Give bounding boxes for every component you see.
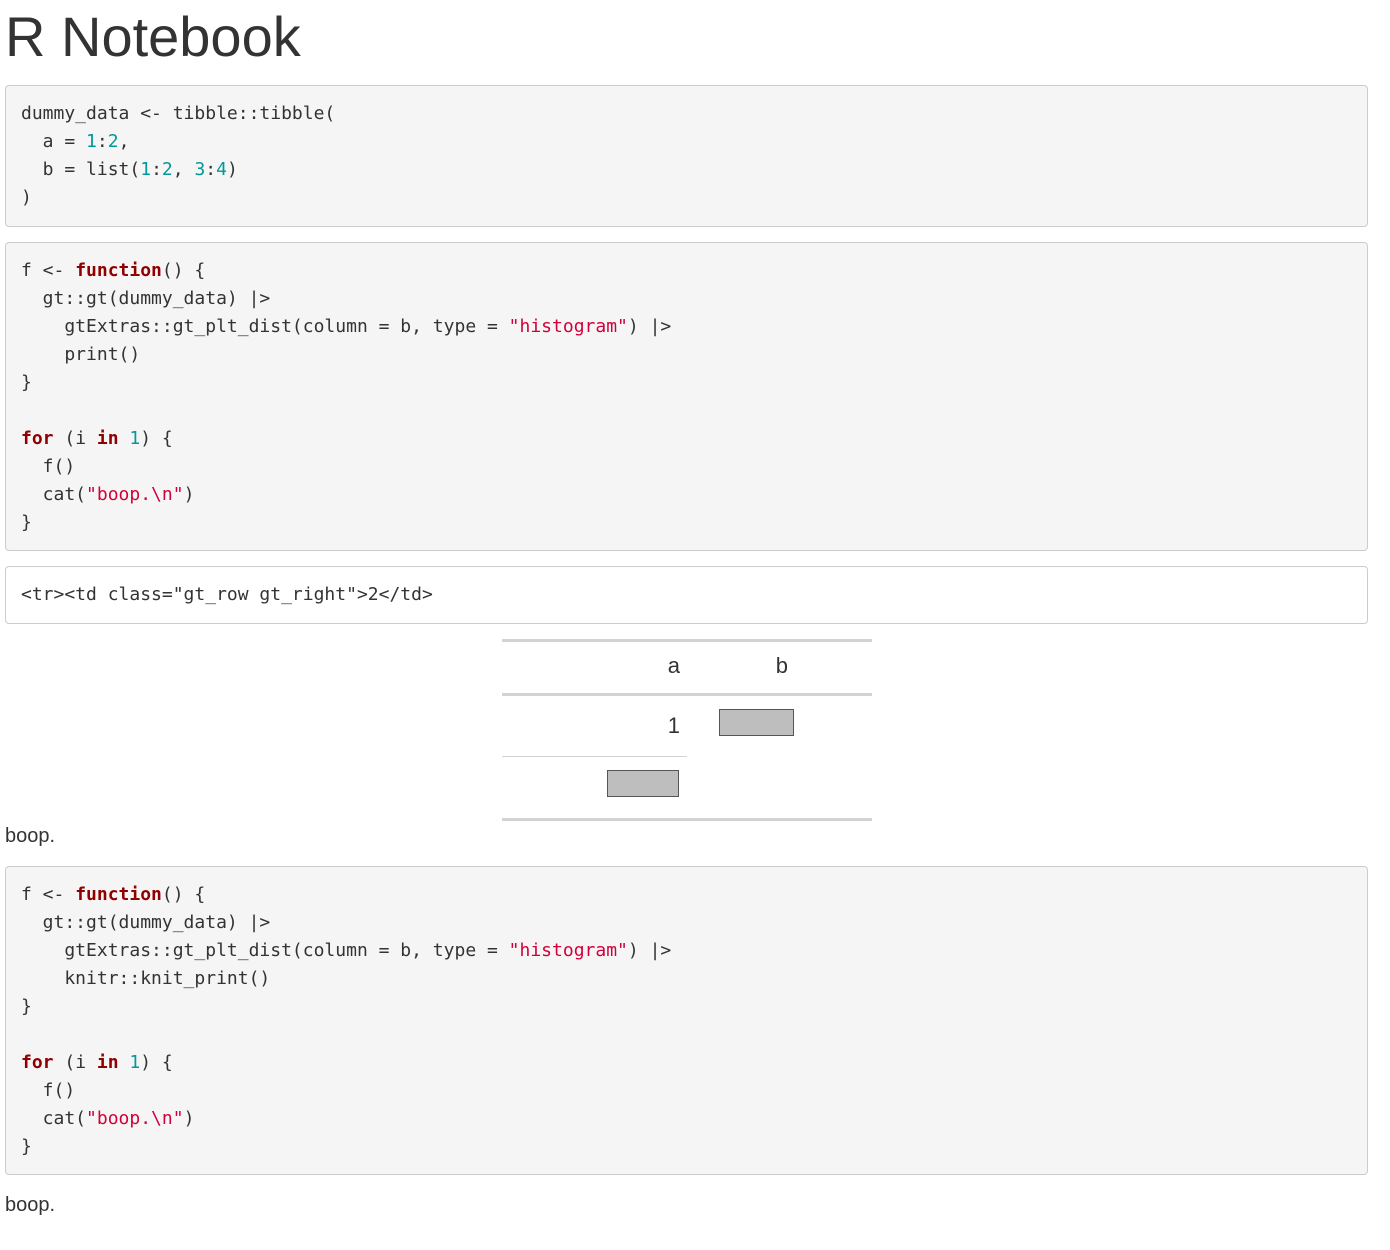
row-divider bbox=[502, 756, 687, 757]
code-token: ) |> bbox=[627, 316, 672, 337]
code-token: cat( bbox=[21, 1108, 87, 1129]
code-token: print() bbox=[21, 344, 141, 365]
code-token: (i bbox=[53, 428, 97, 449]
code-token: dummy_data <- tibble::tibble( bbox=[21, 103, 336, 124]
code-token: () { bbox=[161, 884, 206, 905]
code-token: ) bbox=[21, 187, 32, 208]
code-token: ) |> bbox=[627, 940, 672, 961]
code-text: f <- function() { gt::gt(dummy_data) |> … bbox=[6, 867, 1367, 1161]
code-token: gtExtras::gt_plt_dist(column = b, type = bbox=[21, 316, 509, 337]
column-header-a: a bbox=[667, 653, 680, 678]
table-bottom-border bbox=[502, 818, 872, 821]
code-token: <tr><td class="gt_row gt_right">2</td> bbox=[21, 584, 433, 605]
code-text: dummy_data <- tibble::tibble( a = 1:2, b… bbox=[6, 86, 1367, 212]
code-keyword: in bbox=[96, 1052, 119, 1073]
code-chunk-1: dummy_data <- tibble::tibble( a = 1:2, b… bbox=[5, 85, 1368, 227]
code-token: ) bbox=[183, 1108, 195, 1129]
code-chunk-3: f <- function() { gt::gt(dummy_data) |> … bbox=[5, 866, 1368, 1175]
code-token: } bbox=[21, 372, 32, 393]
output-text: <tr><td class="gt_row gt_right">2</td> bbox=[6, 567, 1367, 609]
code-token: , bbox=[118, 131, 130, 152]
code-token: () { bbox=[161, 260, 206, 281]
code-token: a = bbox=[21, 131, 87, 152]
code-token: , bbox=[172, 159, 195, 180]
code-token: cat( bbox=[21, 484, 87, 505]
code-token: ) { bbox=[140, 428, 173, 449]
code-number: 1 bbox=[129, 428, 141, 449]
code-number: 1 bbox=[140, 159, 152, 180]
code-number: 1 bbox=[129, 1052, 141, 1073]
gt-table: a b 1 bbox=[502, 639, 872, 821]
code-token: (i bbox=[53, 1052, 97, 1073]
code-token: f <- bbox=[21, 260, 76, 281]
code-number: 4 bbox=[216, 159, 227, 180]
table-top-border bbox=[502, 639, 872, 642]
code-string: "histogram" bbox=[508, 940, 628, 961]
code-keyword: for bbox=[21, 1052, 54, 1073]
code-number: 2 bbox=[107, 131, 119, 152]
code-number: 3 bbox=[194, 159, 206, 180]
code-keyword: function bbox=[75, 884, 162, 905]
code-token: } bbox=[21, 1136, 32, 1157]
code-number: 2 bbox=[161, 159, 173, 180]
column-header-b: b bbox=[775, 653, 788, 678]
output-chunk: <tr><td class="gt_row gt_right">2</td> bbox=[5, 566, 1368, 624]
code-text: f <- function() { gt::gt(dummy_data) |> … bbox=[6, 243, 1367, 537]
cell-a-row-1: 1 bbox=[667, 713, 680, 738]
code-string: "histogram" bbox=[508, 316, 628, 337]
cat-output: boop. bbox=[5, 1194, 56, 1216]
code-token: f() bbox=[21, 456, 76, 477]
code-token: b = list( bbox=[21, 159, 141, 180]
code-keyword: for bbox=[21, 428, 54, 449]
page-title: R Notebook bbox=[5, 5, 301, 68]
code-number: 1 bbox=[86, 131, 97, 152]
code-token: } bbox=[21, 996, 32, 1017]
code-keyword: in bbox=[96, 428, 119, 449]
code-token: : bbox=[151, 159, 162, 180]
code-token: } bbox=[21, 512, 32, 533]
cat-output: boop. bbox=[5, 825, 56, 847]
code-token: : bbox=[205, 159, 217, 180]
code-string: "boop.\n" bbox=[86, 484, 184, 505]
histogram-bar bbox=[719, 709, 794, 736]
code-token: f <- bbox=[21, 884, 76, 905]
code-token: f() bbox=[21, 1080, 76, 1101]
code-token: knitr::knit_print() bbox=[21, 968, 271, 989]
code-token: ) bbox=[183, 484, 195, 505]
histogram-bar bbox=[607, 770, 679, 797]
code-token: : bbox=[96, 131, 108, 152]
code-keyword: function bbox=[75, 260, 162, 281]
code-token: gt::gt(dummy_data) |> bbox=[21, 912, 271, 933]
code-token: gtExtras::gt_plt_dist(column = b, type = bbox=[21, 940, 509, 961]
code-token: gt::gt(dummy_data) |> bbox=[21, 288, 271, 309]
code-token: ) { bbox=[140, 1052, 173, 1073]
code-token: ) bbox=[226, 159, 238, 180]
code-chunk-2: f <- function() { gt::gt(dummy_data) |> … bbox=[5, 242, 1368, 551]
code-string: "boop.\n" bbox=[86, 1108, 184, 1129]
header-bottom-border bbox=[502, 693, 872, 696]
